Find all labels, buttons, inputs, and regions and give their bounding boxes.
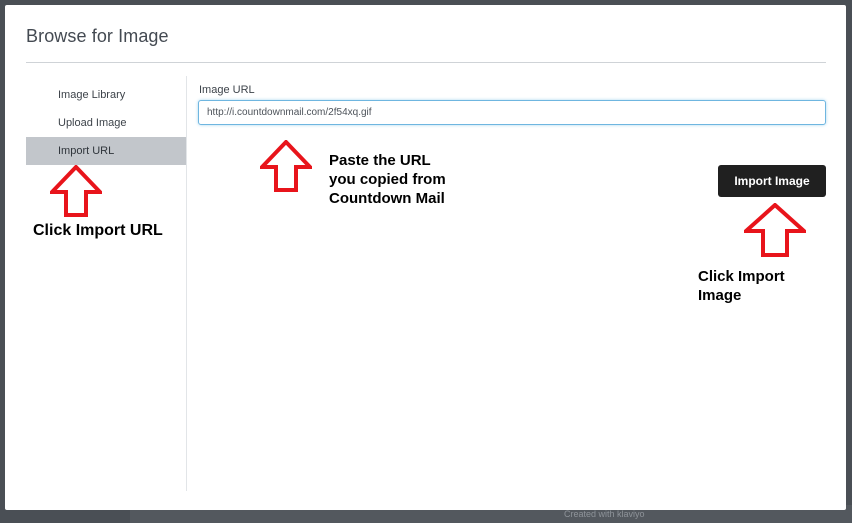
arrow-up-icon-right bbox=[744, 203, 806, 257]
annotation-paste-url-line: you copied from bbox=[329, 171, 446, 188]
sidebar-nav: Image Library Upload Image Import URL bbox=[26, 81, 186, 165]
annotation-click-import-image-line: Image bbox=[698, 287, 742, 304]
background-footer-text: Created with klaviyo bbox=[564, 509, 645, 519]
sidebar-item-import-url[interactable]: Import URL bbox=[26, 137, 186, 165]
arrow-up-icon-middle bbox=[260, 140, 312, 192]
arrow-up-icon-left bbox=[50, 165, 102, 217]
import-image-button[interactable]: Import Image bbox=[718, 165, 826, 197]
annotation-click-import-image: Click Import Image bbox=[698, 267, 818, 305]
image-url-label: Image URL bbox=[199, 84, 255, 96]
sidebar-item-upload-image[interactable]: Upload Image bbox=[26, 109, 186, 137]
annotation-click-import-url: Click Import URL bbox=[33, 222, 163, 239]
annotation-paste-url: Paste the URL you copied from Countdown … bbox=[329, 151, 499, 208]
dialog-title: Browse for Image bbox=[26, 26, 169, 46]
annotation-click-import-image-line: Click Import bbox=[698, 268, 785, 285]
sidebar-item-image-library[interactable]: Image Library bbox=[26, 81, 186, 109]
image-url-input[interactable] bbox=[198, 100, 826, 125]
browse-image-dialog: Browse for Image Image Library Upload Im… bbox=[5, 5, 846, 510]
annotation-paste-url-line: Paste the URL bbox=[329, 152, 431, 169]
panel-divider bbox=[186, 76, 187, 491]
title-divider bbox=[26, 62, 826, 63]
annotation-paste-url-line: Countdown Mail bbox=[329, 190, 445, 207]
